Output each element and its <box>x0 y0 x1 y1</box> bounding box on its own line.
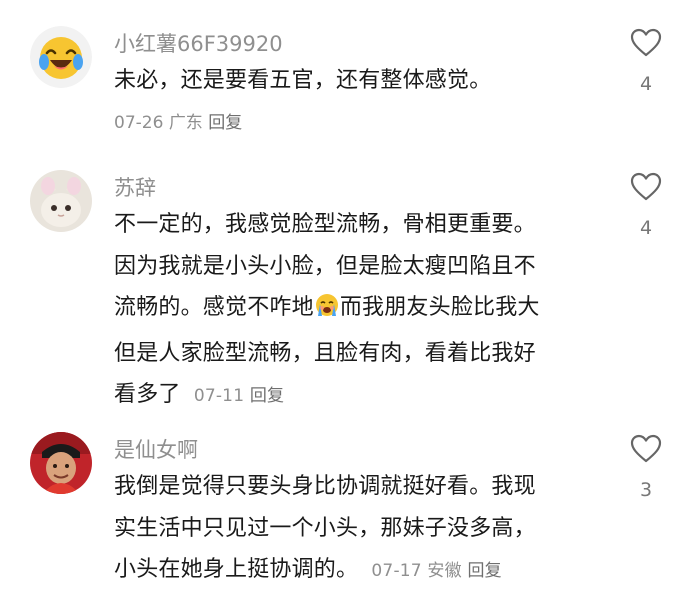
like-button[interactable]: 3 <box>626 434 666 501</box>
comment-line: 因为我就是小头小脸，但是脸太瘦凹陷且不 <box>114 253 536 279</box>
user-avatar[interactable] <box>30 170 92 232</box>
heart-icon <box>630 434 662 463</box>
user-avatar[interactable] <box>30 432 92 494</box>
comment-line-part: 小头在她身上挺协调的。 <box>114 557 359 582</box>
laughing-emoji-icon <box>30 26 92 88</box>
comment-line-part: 看多了 <box>114 382 181 407</box>
comment-username[interactable]: 是仙女啊 <box>114 436 198 464</box>
heart-icon <box>630 172 662 201</box>
comment-username[interactable]: 小红薯66F39920 <box>114 30 283 58</box>
man-photo-icon <box>30 432 92 494</box>
comment-text: 我倒是觉得只要头身比协调就挺好看。我现 实生活中只见过一个小头，那妹子没多高， … <box>114 466 594 593</box>
comment-date: 07-11 <box>193 386 245 406</box>
comment-location: 广东 <box>168 113 203 133</box>
reply-button[interactable]: 回复 <box>467 561 501 581</box>
comment-line: 小头在她身上挺协调的。 07-17 安徽 回复 <box>114 549 594 593</box>
comment-username[interactable]: 苏辞 <box>114 174 156 202</box>
like-count: 3 <box>639 479 653 501</box>
comment-meta: 07-17 安徽 回复 <box>371 561 501 581</box>
comment-date: 07-17 <box>371 561 422 581</box>
reply-button[interactable]: 回复 <box>250 386 284 406</box>
comment-line-part: 而我朋友头脸比我大 <box>339 295 540 320</box>
comment-line: 看多了 07-11 回复 <box>114 374 594 418</box>
comment-location: 安徽 <box>427 561 462 581</box>
like-button[interactable]: 4 <box>626 172 666 239</box>
comment-line: 不一定的，我感觉脸型流畅，骨相更重要。 <box>114 212 536 237</box>
cat-photo-icon <box>30 170 92 232</box>
comment-text: 不一定的，我感觉脸型流畅，骨相更重要。 因为我就是小头小脸，但是脸太瘦凹陷且不 … <box>114 204 594 418</box>
like-count: 4 <box>639 217 653 239</box>
comment-line: 实生活中只见过一个小头，那妹子没多高， <box>114 515 536 541</box>
comment-meta: 07-11 回复 <box>194 386 284 406</box>
comment-line: 未必，还是要看五官，还有整体感觉。 <box>114 68 492 93</box>
like-count: 4 <box>639 73 653 95</box>
heart-icon <box>630 28 662 57</box>
user-avatar[interactable] <box>30 26 92 88</box>
reply-button[interactable]: 回复 <box>208 113 242 133</box>
comment-meta: 07-26 广东 回复 <box>114 110 242 136</box>
crying-emoji-icon <box>314 291 340 333</box>
comment-date: 07-26 <box>114 113 164 133</box>
comment-text: 未必，还是要看五官，还有整体感觉。 <box>114 60 594 102</box>
comment-line-part: 流畅的。感觉不咋地 <box>114 295 314 320</box>
like-button[interactable]: 4 <box>626 28 666 95</box>
comment-line: 但是人家脸型流畅，且脸有肉，看着比我好 <box>114 340 536 366</box>
comment-line: 我倒是觉得只要头身比协调就挺好看。我现 <box>114 474 536 499</box>
comment-line: 流畅的。感觉不咋地 而我朋友头脸比我大 <box>114 287 594 333</box>
